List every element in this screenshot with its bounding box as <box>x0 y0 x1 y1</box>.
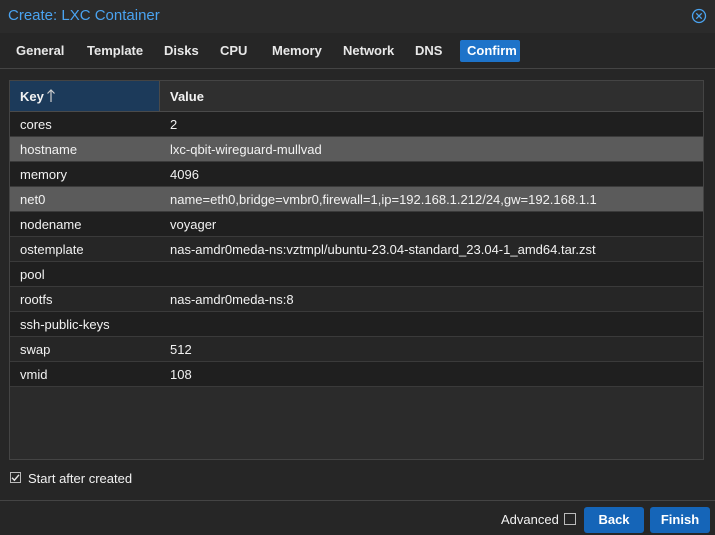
sort-ascending-arrow-icon <box>46 88 56 108</box>
finish-button[interactable]: Finish <box>650 507 710 533</box>
dialog-footer: Advanced Back Finish <box>0 500 715 535</box>
column-header-key[interactable]: Key <box>10 81 160 111</box>
advanced-label: Advanced <box>501 512 559 527</box>
close-icon[interactable] <box>691 8 707 24</box>
row-value: 108 <box>170 367 192 382</box>
create-lxc-dialog: Create: LXC Container General Template D… <box>0 0 715 535</box>
row-key: hostname <box>20 142 78 157</box>
row-key: vmid <box>20 367 48 382</box>
row-value: 2 <box>170 117 178 132</box>
column-header-key-label: Key <box>20 89 44 104</box>
tab-confirm[interactable]: Confirm <box>460 40 520 62</box>
table-row[interactable]: rootfs nas-amdr0meda-ns:8 <box>10 287 703 312</box>
advanced-checkbox[interactable] <box>564 513 576 525</box>
tab-dns[interactable]: DNS <box>408 40 449 62</box>
table-row[interactable]: ostemplate nas-amdr0meda-ns:vztmpl/ubunt… <box>10 237 703 262</box>
wizard-tab-bar: General Template Disks CPU Memory Networ… <box>0 36 715 69</box>
table-row[interactable]: cores 2 <box>10 112 703 137</box>
row-key: nodename <box>20 217 82 232</box>
row-value: name=eth0,bridge=vmbr0,firewall=1,ip=192… <box>170 192 597 207</box>
row-value: 4096 <box>170 167 199 182</box>
row-key: ostemplate <box>20 242 84 257</box>
grid-header: Key Value <box>10 81 703 112</box>
row-key: ssh-public-keys <box>20 317 110 332</box>
title-bar: Create: LXC Container <box>0 0 715 33</box>
tab-disks[interactable]: Disks <box>157 40 206 62</box>
tab-template[interactable]: Template <box>80 40 150 62</box>
row-key: pool <box>20 267 45 282</box>
table-row[interactable]: nodename voyager <box>10 212 703 237</box>
row-key: net0 <box>20 192 46 207</box>
row-key: swap <box>20 342 51 357</box>
start-after-created-label: Start after created <box>28 471 133 486</box>
tab-memory[interactable]: Memory <box>265 40 329 62</box>
row-value: 512 <box>170 342 192 357</box>
table-row[interactable]: swap 512 <box>10 337 703 362</box>
table-row[interactable]: memory 4096 <box>10 162 703 187</box>
table-row[interactable]: net0 name=eth0,bridge=vmbr0,firewall=1,i… <box>10 187 703 212</box>
confirm-grid: Key Value cores 2 hostname lxc-qbit-wire… <box>9 80 704 460</box>
row-key: cores <box>20 117 52 132</box>
column-header-value[interactable]: Value <box>170 89 204 104</box>
tab-cpu[interactable]: CPU <box>213 40 254 62</box>
start-after-created-checkbox[interactable] <box>10 472 21 483</box>
checkmark-icon <box>11 474 20 482</box>
back-button[interactable]: Back <box>584 507 644 533</box>
dialog-title: Create: LXC Container <box>8 7 160 24</box>
grid-rows: cores 2 hostname lxc-qbit-wireguard-mull… <box>10 112 703 387</box>
tab-network[interactable]: Network <box>336 40 401 62</box>
row-value: nas-amdr0meda-ns:8 <box>170 292 294 307</box>
row-value: nas-amdr0meda-ns:vztmpl/ubuntu-23.04-sta… <box>170 242 596 257</box>
row-key: rootfs <box>20 292 53 307</box>
row-value: lxc-qbit-wireguard-mullvad <box>170 142 322 157</box>
row-value: voyager <box>170 217 217 232</box>
table-row[interactable]: pool <box>10 262 703 287</box>
row-key: memory <box>20 167 67 182</box>
table-row[interactable]: vmid 108 <box>10 362 703 387</box>
tab-general[interactable]: General <box>9 40 71 62</box>
table-row[interactable]: ssh-public-keys <box>10 312 703 337</box>
table-row[interactable]: hostname lxc-qbit-wireguard-mullvad <box>10 137 703 162</box>
